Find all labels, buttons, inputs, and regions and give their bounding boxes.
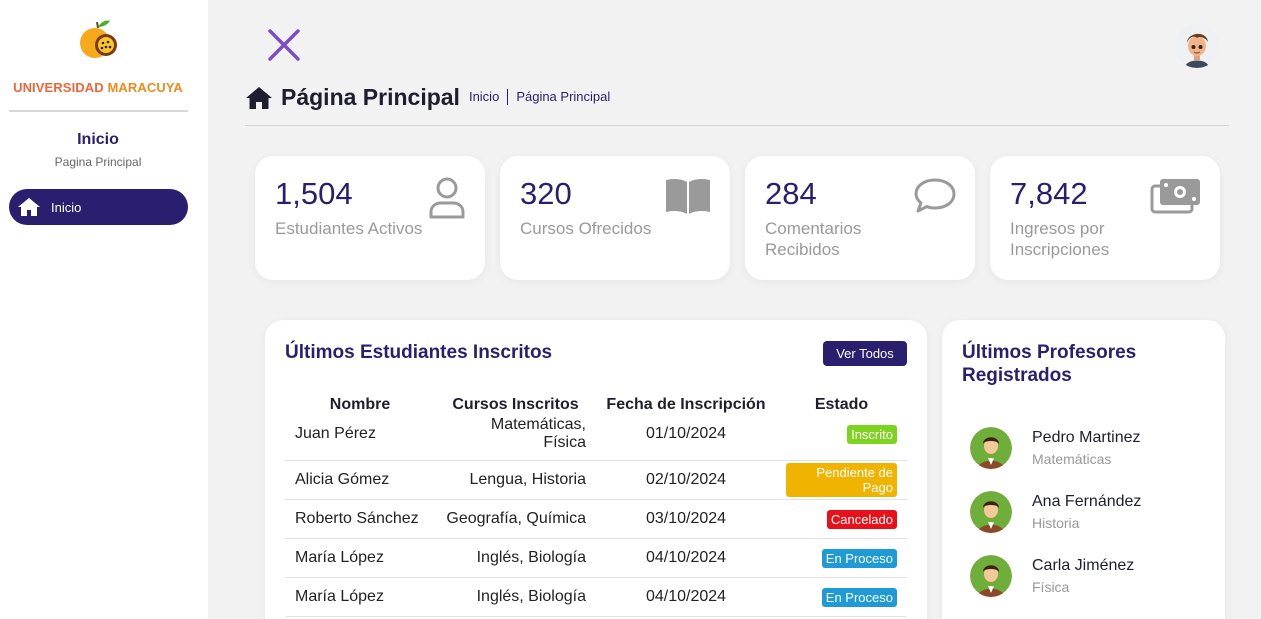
sidebar-item-label: Inicio — [51, 199, 82, 215]
enrollment-date: 04/10/2024 — [596, 577, 776, 617]
user-icon — [429, 177, 465, 219]
stat-card-courses: 320 Cursos Ofrecidos — [500, 156, 730, 280]
status-badge: Pendiente de Pago — [786, 463, 897, 497]
sidebar-subtitle: Pagina Principal — [54, 155, 142, 169]
status-badge: Inscrito — [847, 424, 897, 444]
student-name: Roberto Sánchez — [285, 499, 435, 539]
student-courses: Inglés, Biología — [435, 577, 596, 617]
sidebar-item-inicio[interactable]: Inicio — [9, 189, 188, 225]
money-icon — [1150, 179, 1200, 214]
breadcrumb-item-inicio[interactable]: Inicio — [469, 89, 499, 104]
sidebar: UNIVERSIDAD MARACUYA Inicio Pagina Princ… — [0, 0, 208, 619]
home-icon — [246, 86, 272, 109]
column-header: Cursos Inscritos — [452, 396, 579, 413]
sidebar-title: Inicio — [77, 131, 119, 148]
breadcrumb-item-current: Página Principal — [516, 89, 611, 104]
column-header: Fecha de Inscripción — [606, 396, 766, 413]
table-row[interactable]: Juan Pérez Matemáticas, Física 01/10/202… — [285, 416, 907, 461]
column-header: Estado — [814, 396, 869, 413]
stat-card-students: 1,504 Estudiantes Activos — [255, 156, 485, 280]
teacher-subject: Física — [1032, 579, 1070, 595]
sidebar-divider — [9, 110, 188, 112]
stat-label: Ingresos por Inscripciones — [1010, 219, 1110, 259]
teacher-item[interactable]: Pedro Martinez Matemáticas — [970, 427, 1141, 469]
stat-value: 320 — [520, 176, 572, 211]
teachers-panel-title: Últimos Profesores Registrados — [962, 342, 1137, 386]
table-row[interactable]: María López Inglés, Biología 04/10/2024 … — [285, 538, 907, 578]
table-row[interactable]: María López Inglés, Biología 04/10/2024 … — [285, 577, 907, 617]
stat-value: 1,504 — [275, 176, 353, 211]
student-courses: Matemáticas, Física — [435, 416, 596, 461]
teacher-item[interactable]: Ana Fernández Historia — [970, 491, 1141, 533]
teacher-item[interactable]: Carla Jiménez Física — [970, 555, 1134, 597]
teacher-name: Carla Jiménez — [1032, 557, 1135, 574]
teacher-avatar — [970, 427, 1012, 469]
book-icon — [666, 178, 710, 214]
enrollment-date: 01/10/2024 — [596, 416, 776, 461]
teacher-avatar — [970, 491, 1012, 533]
page-header: Página Principal Inicio Página Principal — [245, 84, 610, 111]
stat-card-income: 7,842 Ingresos por Inscripciones — [990, 156, 1220, 280]
student-name: María López — [285, 577, 435, 617]
status-badge: Cancelado — [826, 509, 897, 529]
view-all-button[interactable]: Ver Todos — [823, 341, 907, 366]
teacher-subject: Historia — [1032, 515, 1080, 531]
student-courses: Geografía, Química — [435, 499, 596, 539]
stat-label: Estudiantes Activos — [275, 219, 423, 238]
teacher-name: Pedro Martinez — [1032, 429, 1141, 446]
teachers-panel: Últimos Profesores Registrados Pedro Mar… — [942, 320, 1225, 619]
table-row[interactable]: Alicia Gómez Lengua, Historia 02/10/2024… — [285, 460, 907, 500]
students-table: Nombre Cursos Inscritos Fecha de Inscrip… — [285, 394, 907, 617]
enrollment-date: 03/10/2024 — [596, 499, 776, 539]
teacher-name: Ana Fernández — [1032, 493, 1142, 510]
breadcrumb-separator — [507, 88, 509, 105]
stat-label: Comentarios Recibidos — [765, 219, 862, 259]
stat-card-comments: 284 Comentarios Recibidos — [745, 156, 975, 280]
student-courses: Lengua, Historia — [435, 460, 596, 500]
passion-fruit-logo-icon — [80, 20, 117, 58]
enrollment-date: 02/10/2024 — [596, 460, 776, 500]
student-name: Juan Pérez — [285, 416, 435, 461]
teacher-subject: Matemáticas — [1032, 451, 1112, 467]
comment-icon — [914, 178, 956, 213]
column-header: Nombre — [329, 396, 391, 413]
home-icon — [18, 198, 40, 216]
student-name: Alicia Gómez — [285, 460, 435, 500]
header-divider — [245, 125, 1229, 126]
table-header-row: Nombre Cursos Inscritos Fecha de Inscrip… — [285, 394, 907, 416]
students-panel-title: Últimos Estudiantes Inscritos — [285, 342, 553, 363]
teacher-avatar — [970, 555, 1012, 597]
student-name: María López — [285, 538, 435, 578]
status-badge: En Proceso — [821, 548, 897, 568]
breadcrumb: Inicio Página Principal — [469, 88, 611, 105]
close-icon[interactable] — [266, 27, 302, 63]
user-avatar[interactable] — [1175, 24, 1219, 68]
brand-name: UNIVERSIDAD MARACUYA — [13, 80, 183, 95]
stat-value: 7,842 — [1010, 176, 1088, 211]
student-courses: Inglés, Biología — [435, 538, 596, 578]
page-title: Página Principal — [281, 84, 460, 110]
stat-value: 284 — [765, 176, 817, 211]
table-row[interactable]: Roberto Sánchez Geografía, Química 03/10… — [285, 499, 907, 539]
stat-label: Cursos Ofrecidos — [520, 219, 652, 238]
status-badge: En Proceso — [821, 587, 897, 607]
students-panel: Últimos Estudiantes Inscritos Ver Todos … — [265, 320, 927, 619]
enrollment-date: 04/10/2024 — [596, 538, 776, 578]
